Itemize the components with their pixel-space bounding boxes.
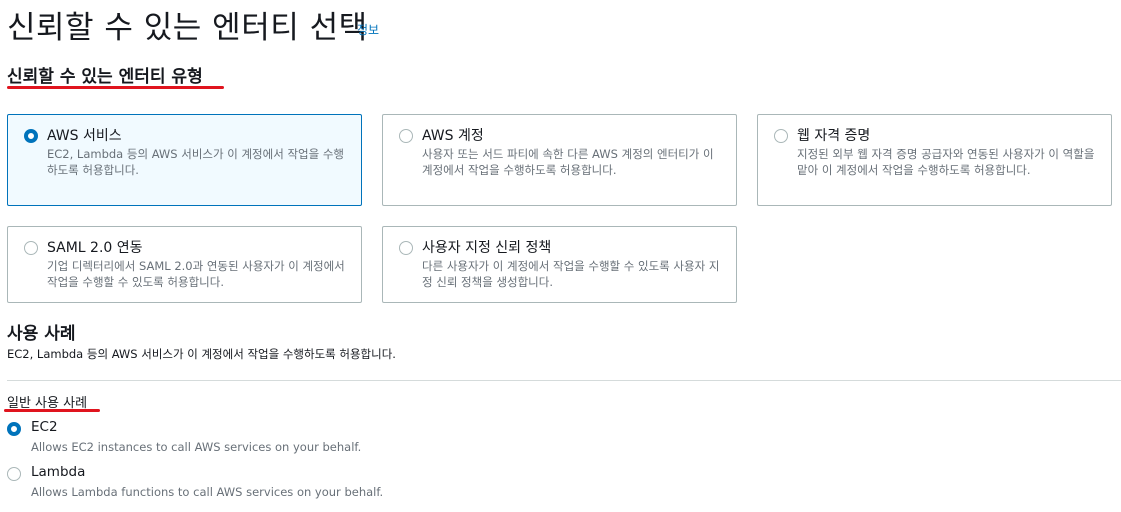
use-case-description: EC2, Lambda 등의 AWS 서비스가 이 계정에서 작업을 수행하도록… — [7, 347, 396, 361]
radio-ec2[interactable] — [7, 422, 21, 436]
tile-saml[interactable]: SAML 2.0 연동 기업 디렉터리에서 SAML 2.0과 연동된 사용자가… — [7, 226, 362, 303]
radio-custom-trust-policy[interactable] — [399, 241, 413, 255]
radio-web-identity[interactable] — [774, 129, 788, 143]
use-case-option-lambda-description: Allows Lambda functions to call AWS serv… — [31, 485, 384, 499]
use-case-option-ec2-label: EC2 — [31, 419, 58, 435]
tile-custom-trust-policy-label: 사용자 지정 신뢰 정책 — [422, 240, 552, 256]
tile-aws-service-description: EC2, Lambda 등의 AWS 서비스가 이 계정에서 작업을 수행하도록… — [47, 147, 345, 177]
radio-aws-service[interactable] — [24, 129, 38, 143]
tile-aws-service[interactable]: AWS 서비스 EC2, Lambda 등의 AWS 서비스가 이 계정에서 작… — [7, 114, 362, 206]
tile-saml-description: 기업 디렉터리에서 SAML 2.0과 연동된 사용자가 이 계정에서 작업을 … — [47, 259, 345, 289]
annotation-underline — [4, 409, 100, 412]
use-case-option-lambda[interactable]: Lambda Allows Lambda functions to call A… — [7, 464, 407, 500]
tile-aws-account-label: AWS 계정 — [422, 128, 484, 144]
trusted-entity-type-heading: 신뢰할 수 있는 엔터티 유형 — [7, 67, 203, 87]
page-title: 신뢰할 수 있는 엔터티 선택 — [7, 10, 368, 46]
annotation-underline — [7, 86, 224, 89]
use-case-heading: 사용 사례 — [7, 324, 76, 344]
tile-aws-service-label: AWS 서비스 — [47, 128, 122, 144]
use-case-option-lambda-label: Lambda — [31, 464, 86, 480]
tile-aws-account-description: 사용자 또는 서드 파티에 속한 다른 AWS 계정의 엔터티가 이 계정에서 … — [422, 147, 714, 177]
use-case-option-ec2[interactable]: EC2 Allows EC2 instances to call AWS ser… — [7, 419, 407, 455]
tile-aws-account[interactable]: AWS 계정 사용자 또는 서드 파티에 속한 다른 AWS 계정의 엔터티가 … — [382, 114, 737, 206]
tile-custom-trust-policy-description: 다른 사용자가 이 계정에서 작업을 수행할 수 있도록 사용자 지정 신뢰 정… — [422, 259, 720, 289]
tile-saml-label: SAML 2.0 연동 — [47, 240, 143, 256]
tile-web-identity[interactable]: 웹 자격 증명 지정된 외부 웹 자격 증명 공급자와 연동된 사용자가 이 역… — [757, 114, 1112, 206]
tile-web-identity-label: 웹 자격 증명 — [797, 128, 871, 144]
radio-saml[interactable] — [24, 241, 38, 255]
radio-lambda[interactable] — [7, 467, 21, 481]
divider — [7, 380, 1121, 381]
radio-aws-account[interactable] — [399, 129, 413, 143]
tile-web-identity-description: 지정된 외부 웹 자격 증명 공급자와 연동된 사용자가 이 역할을 맡아 이 … — [797, 147, 1095, 177]
use-case-option-ec2-description: Allows EC2 instances to call AWS service… — [31, 440, 362, 454]
info-link[interactable]: 정보 — [357, 21, 379, 38]
tile-custom-trust-policy[interactable]: 사용자 지정 신뢰 정책 다른 사용자가 이 계정에서 작업을 수행할 수 있도… — [382, 226, 737, 303]
